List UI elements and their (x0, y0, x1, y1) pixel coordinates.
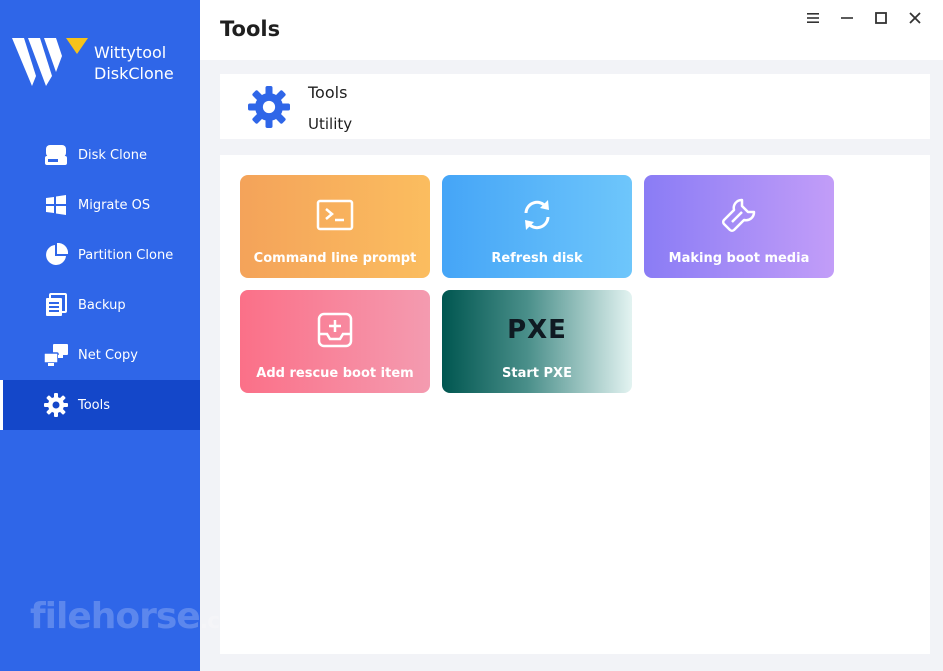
sidebar-item-tools[interactable]: Tools (0, 380, 200, 430)
sidebar-item-label: Net Copy (78, 347, 138, 363)
sidebar-item-migrate-os[interactable]: Migrate OS (0, 180, 200, 230)
add-boot-icon (317, 312, 353, 348)
maximize-button[interactable] (871, 8, 891, 28)
maximize-icon (875, 12, 887, 24)
backup-icon (43, 292, 69, 318)
page-title: Tools (220, 17, 281, 41)
refresh-icon (524, 200, 550, 230)
app-name-line2: DiskClone (94, 64, 174, 83)
command-line-prompt-tile[interactable]: Command line prompt (240, 175, 430, 278)
title-bar: Tools (200, 0, 943, 60)
refresh-disk-tile[interactable]: Refresh disk (442, 175, 632, 278)
sidebar-item-label: Backup (78, 297, 126, 313)
minimize-icon (841, 17, 853, 19)
wrench-icon (722, 198, 756, 232)
disk-icon (43, 142, 69, 168)
section-title: Tools (308, 83, 348, 102)
start-pxe-tile[interactable]: PXE Start PXE (442, 290, 632, 393)
section-header: Tools Utility (220, 74, 930, 139)
tools-grid: Command line prompt Refresh disk Making … (220, 155, 930, 654)
menu-icon (807, 13, 819, 23)
main-panel: Tools Tools Utility Command line prompt … (200, 0, 943, 671)
minimize-button[interactable] (837, 8, 857, 28)
terminal-icon (316, 199, 354, 231)
sidebar-item-label: Migrate OS (78, 197, 151, 213)
sidebar-item-partition-clone[interactable]: Partition Clone (0, 230, 200, 280)
tile-label: Refresh disk (491, 251, 583, 266)
sidebar-item-label: Disk Clone (78, 147, 147, 163)
section-subtitle: Utility (308, 115, 353, 133)
watermark-text: filehorse (30, 596, 201, 637)
sidebar-item-net-copy[interactable]: Net Copy (0, 330, 200, 380)
tile-label: Making boot media (668, 251, 810, 266)
logo-mark-icon (12, 38, 88, 86)
menu-button[interactable] (803, 8, 823, 28)
gear-icon (43, 392, 69, 418)
tile-label: Command line prompt (253, 251, 417, 266)
sidebar: Wittytool DiskClone Disk Clone Migrate O… (0, 0, 256, 671)
pie-chart-icon (43, 242, 69, 268)
pxe-icon: PXE (507, 315, 567, 345)
sidebar-item-disk-clone[interactable]: Disk Clone (0, 130, 200, 180)
close-button[interactable] (905, 8, 925, 28)
sidebar-item-label: Partition Clone (78, 247, 174, 263)
sidebar-nav: Disk Clone Migrate OS Partition Clone Ba… (0, 130, 200, 430)
window-controls (803, 8, 925, 28)
app-logo: Wittytool DiskClone (12, 36, 192, 88)
close-icon (909, 12, 921, 24)
tile-label: Start PXE (502, 366, 572, 381)
windows-icon (43, 192, 69, 218)
network-icon (43, 342, 69, 368)
tile-label: Add rescue boot item (256, 366, 414, 381)
app-name-line1: Wittytool (94, 43, 167, 62)
gear-icon (248, 86, 290, 128)
app-name: Wittytool DiskClone (94, 42, 174, 84)
making-boot-media-tile[interactable]: Making boot media (644, 175, 834, 278)
sidebar-item-label: Tools (78, 397, 111, 413)
sidebar-item-backup[interactable]: Backup (0, 280, 200, 330)
add-rescue-boot-item-tile[interactable]: Add rescue boot item (240, 290, 430, 393)
